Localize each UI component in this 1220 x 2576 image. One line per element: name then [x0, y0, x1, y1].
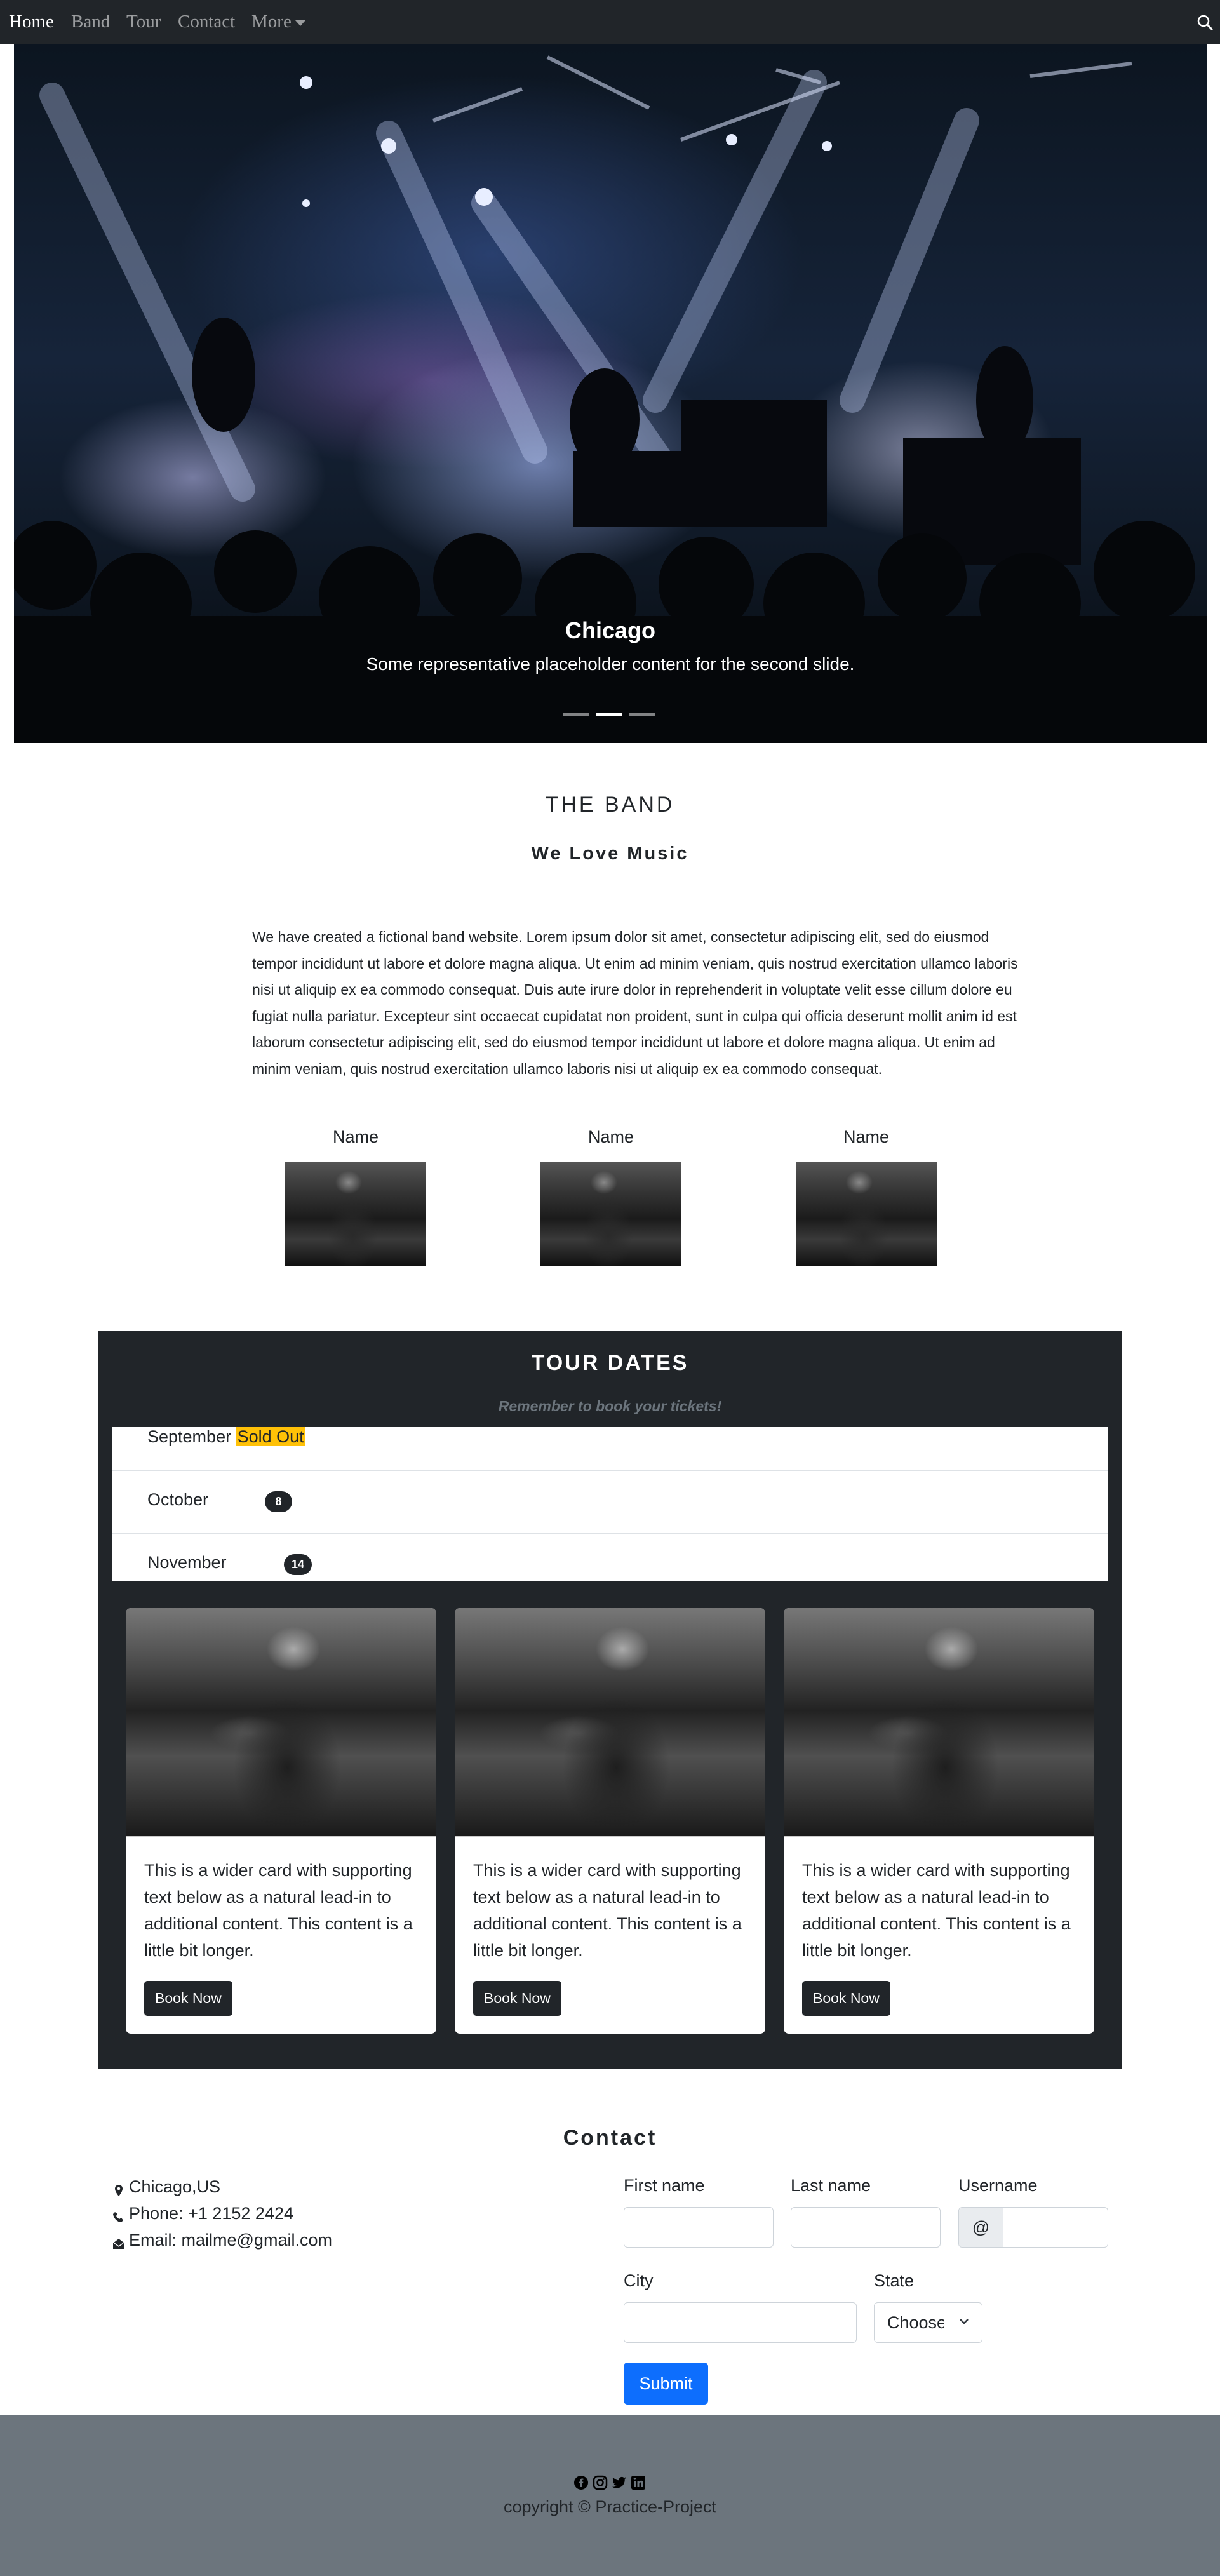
state-select[interactable]: Choose...: [874, 2302, 982, 2343]
search-icon[interactable]: [1197, 14, 1214, 32]
band-member: Name: [260, 1127, 451, 1266]
sold-out-badge: Sold Out: [236, 1427, 305, 1446]
username-input-group[interactable]: @: [958, 2207, 1108, 2248]
hero-title: Chicago: [565, 617, 655, 643]
contact-email: Email: mailme@gmail.com: [112, 2231, 332, 2250]
first-name-input[interactable]: [624, 2207, 774, 2248]
month-label: September: [147, 1427, 232, 1446]
email-text: Email: mailme@gmail.com: [129, 2231, 332, 2250]
member-photo[interactable]: [540, 1162, 681, 1266]
username-prefix: @: [959, 2208, 1003, 2247]
hero-carousel[interactable]: Chicago Some representative placeholder …: [14, 44, 1207, 743]
location-pin-icon: [112, 2182, 125, 2196]
linkedin-icon[interactable]: [631, 2475, 646, 2490]
tour-month-list: September Sold Out October 8 November 14: [112, 1427, 1108, 1581]
chevron-down-icon: [959, 2303, 969, 2342]
card-image: [455, 1608, 765, 1837]
band-member: Name: [771, 1127, 962, 1266]
list-item: October 8: [112, 1471, 1108, 1534]
caret-down-icon: [295, 20, 305, 26]
submit-button[interactable]: Submit: [624, 2363, 708, 2405]
state-selected-value: Choose...: [887, 2313, 944, 2332]
nav-band[interactable]: Band: [71, 11, 110, 32]
nav-more-dropdown[interactable]: More: [251, 11, 305, 32]
band-paragraph: We have created a fictional band website…: [252, 929, 1018, 1077]
username-label: Username: [958, 2176, 1038, 2195]
tour-card: This is a wider card with supporting tex…: [455, 1608, 765, 2034]
city-input[interactable]: [624, 2302, 857, 2343]
count-badge: 14: [284, 1554, 312, 1575]
list-item: November 14: [112, 1534, 1108, 1581]
navbar: Home Band Tour Contact More: [0, 0, 1220, 44]
hero-text: Some representative placeholder content …: [366, 654, 855, 674]
tour-section: TOUR DATES Remember to book your tickets…: [98, 1331, 1122, 2069]
count-badge: 8: [265, 1491, 292, 1512]
member-photo[interactable]: [796, 1162, 937, 1266]
nav-tour[interactable]: Tour: [126, 11, 161, 32]
nav-home[interactable]: Home: [9, 11, 54, 32]
card-text: This is a wider card with supporting tex…: [473, 1861, 742, 1960]
member-photo[interactable]: [285, 1162, 426, 1266]
city-label: City: [624, 2271, 654, 2290]
band-member: Name: [516, 1127, 706, 1266]
state-label: State: [874, 2271, 915, 2290]
card-text: This is a wider card with supporting tex…: [144, 1861, 413, 1960]
copyright-text: copyright © Practice-Project: [503, 2497, 716, 2516]
last-name-input[interactable]: [791, 2207, 941, 2248]
tour-card: This is a wider card with supporting tex…: [784, 1608, 1094, 2034]
card-image: [784, 1608, 1094, 1837]
instagram-icon[interactable]: [593, 2475, 608, 2490]
band-heading: THE BAND: [545, 793, 675, 817]
book-now-button[interactable]: Book Now: [144, 1981, 232, 2016]
contact-phone: Phone: +1 2152 2424: [112, 2204, 293, 2224]
book-now-button[interactable]: Book Now: [473, 1981, 561, 2016]
envelope-icon: [112, 2235, 125, 2249]
book-now-button[interactable]: Book Now: [802, 1981, 890, 2016]
tour-card: This is a wider card with supporting tex…: [126, 1608, 436, 2034]
last-name-label: Last name: [791, 2176, 871, 2195]
location-text: Chicago,US: [129, 2177, 221, 2196]
month-label: October: [147, 1490, 209, 1509]
facebook-icon[interactable]: [573, 2475, 589, 2490]
tour-subtitle: Remember to book your tickets!: [498, 1398, 722, 1414]
nav-contact[interactable]: Contact: [178, 11, 235, 32]
phone-text: Phone: +1 2152 2424: [129, 2204, 293, 2223]
carousel-indicator-3[interactable]: [629, 713, 655, 716]
phone-icon: [112, 2208, 125, 2222]
band-subheading: We Love Music: [531, 843, 689, 864]
contact-location: Chicago,US: [112, 2177, 220, 2197]
month-label: November: [147, 1553, 227, 1572]
list-item: September Sold Out: [112, 1427, 1108, 1471]
card-text: This is a wider card with supporting tex…: [802, 1861, 1071, 1960]
member-name: Name: [587, 1127, 634, 1146]
contact-title: Contact: [563, 2126, 657, 2150]
card-image: [126, 1608, 436, 1837]
carousel-indicator-1[interactable]: [563, 713, 589, 716]
member-name: Name: [843, 1127, 890, 1146]
carousel-indicator-2[interactable]: [596, 713, 622, 716]
tour-title: TOUR DATES: [531, 1351, 689, 1375]
nav-more-label: More: [251, 11, 292, 32]
footer: copyright © Practice-Project: [0, 2415, 1220, 2576]
member-name: Name: [332, 1127, 379, 1146]
first-name-label: First name: [624, 2176, 705, 2195]
twitter-icon[interactable]: [612, 2475, 627, 2490]
